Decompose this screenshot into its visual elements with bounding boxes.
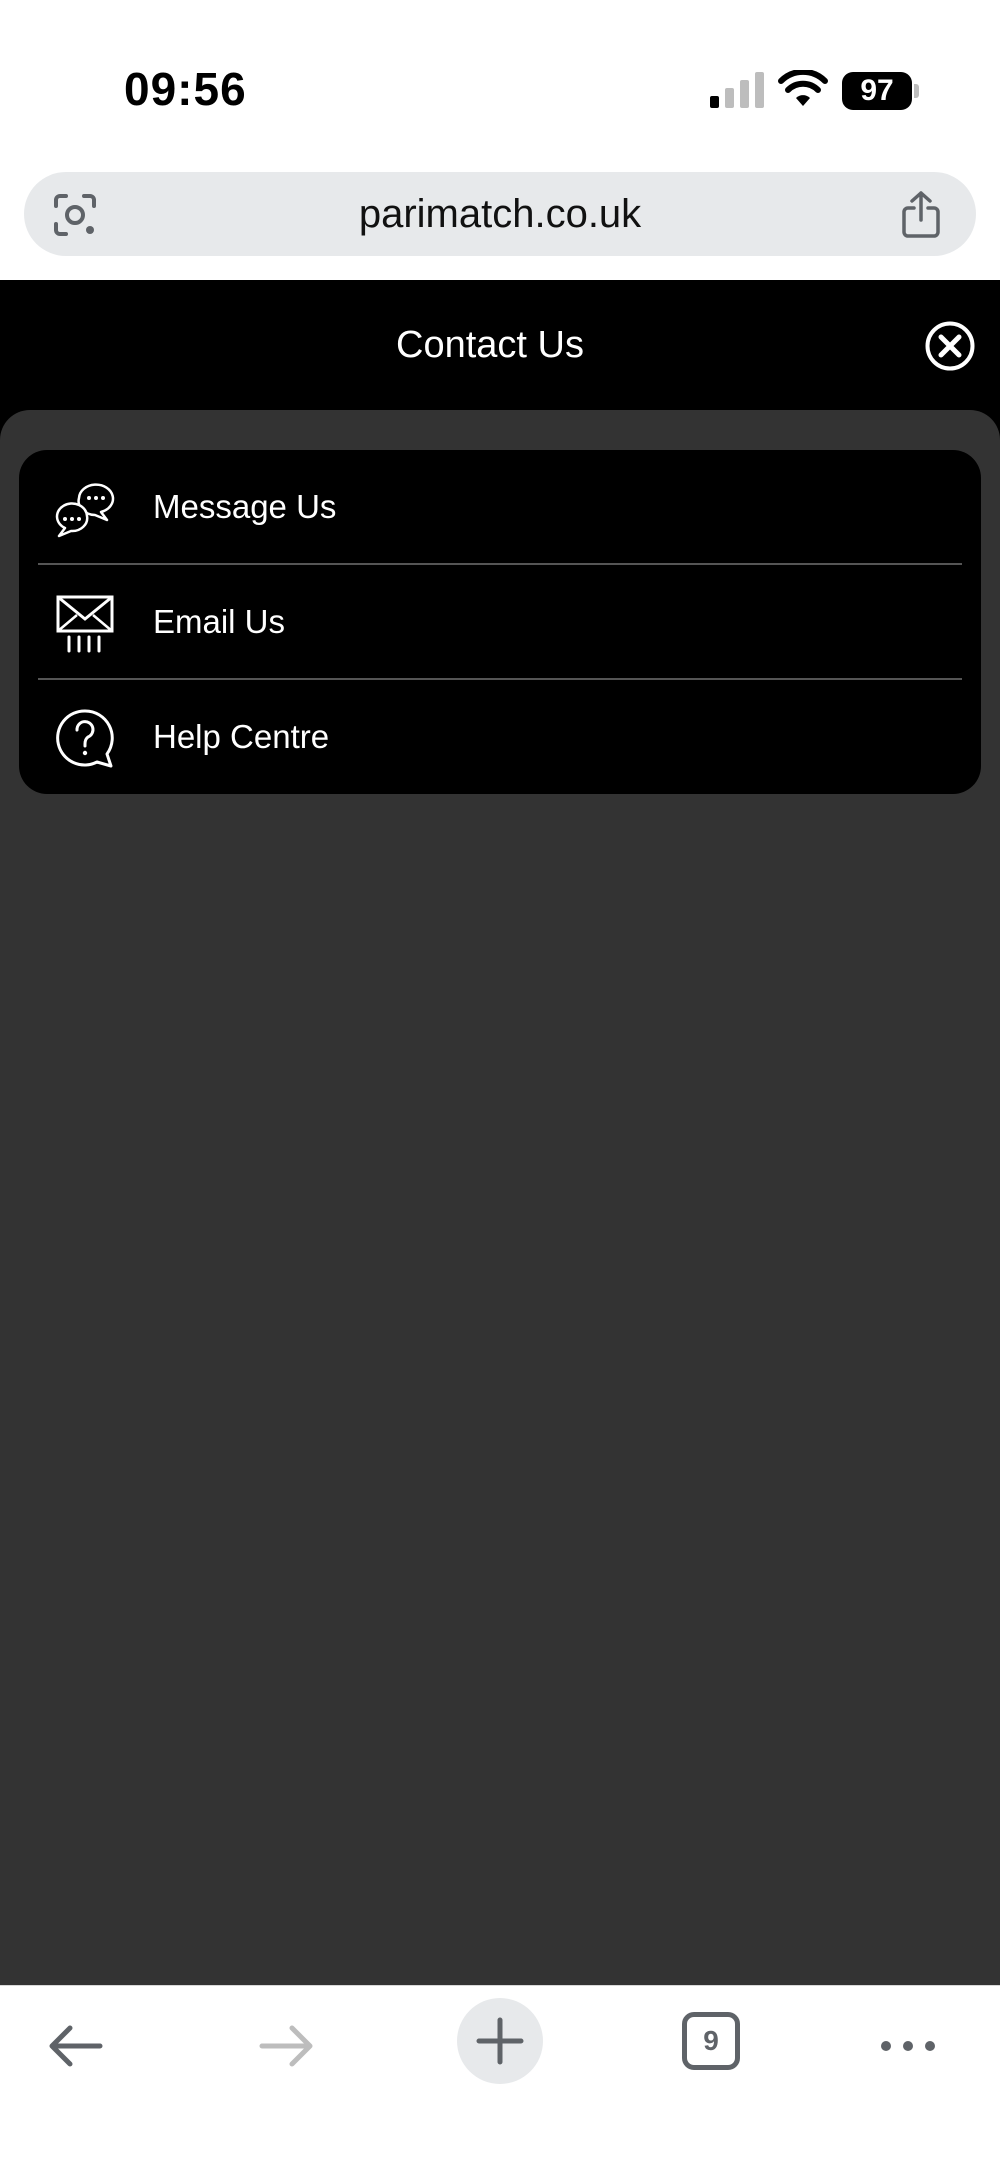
tab-switcher-button[interactable]: 9 <box>682 2012 740 2070</box>
more-horizontal-icon[interactable] <box>876 2014 940 2078</box>
browser-toolbar: 9 <box>0 1985 1000 2171</box>
content-area: Message Us Email Us Help Centre <box>0 410 1000 1985</box>
status-bar: 09:56 97 <box>0 0 1000 160</box>
plus-icon <box>476 2017 524 2065</box>
contact-panel: Message Us Email Us Help Centre <box>0 410 1000 1985</box>
help-question-icon <box>56 709 114 768</box>
help-centre-item[interactable]: Help Centre <box>19 680 981 794</box>
wifi-icon <box>778 70 828 106</box>
address-bar[interactable]: parimatch.co.uk <box>24 172 976 256</box>
arrow-left-icon[interactable] <box>44 2014 108 2078</box>
arrow-right-icon[interactable] <box>254 2014 318 2078</box>
share-icon[interactable] <box>900 190 942 238</box>
message-us-label: Message Us <box>153 488 337 525</box>
cellular-signal-icon <box>710 72 764 108</box>
email-us-label: Email Us <box>153 603 286 640</box>
help-centre-label: Help Centre <box>153 718 330 755</box>
battery-indicator: 97 <box>842 72 919 110</box>
battery-level: 97 <box>842 72 912 110</box>
close-icon[interactable] <box>924 320 976 372</box>
battery-tip <box>914 84 919 98</box>
status-time: 09:56 <box>124 63 247 115</box>
page-title: Contact Us <box>396 324 584 366</box>
url-text[interactable]: parimatch.co.uk <box>24 172 976 256</box>
page-header: Contact Us <box>0 280 1000 410</box>
email-us-item[interactable]: Email Us <box>19 565 981 679</box>
new-tab-button[interactable] <box>457 1998 543 2084</box>
contact-options-card: Message Us Email Us Help Centre <box>19 450 981 794</box>
message-us-item[interactable]: Message Us <box>19 450 981 564</box>
chat-bubbles-icon <box>55 483 115 538</box>
envelope-icon <box>56 595 114 653</box>
